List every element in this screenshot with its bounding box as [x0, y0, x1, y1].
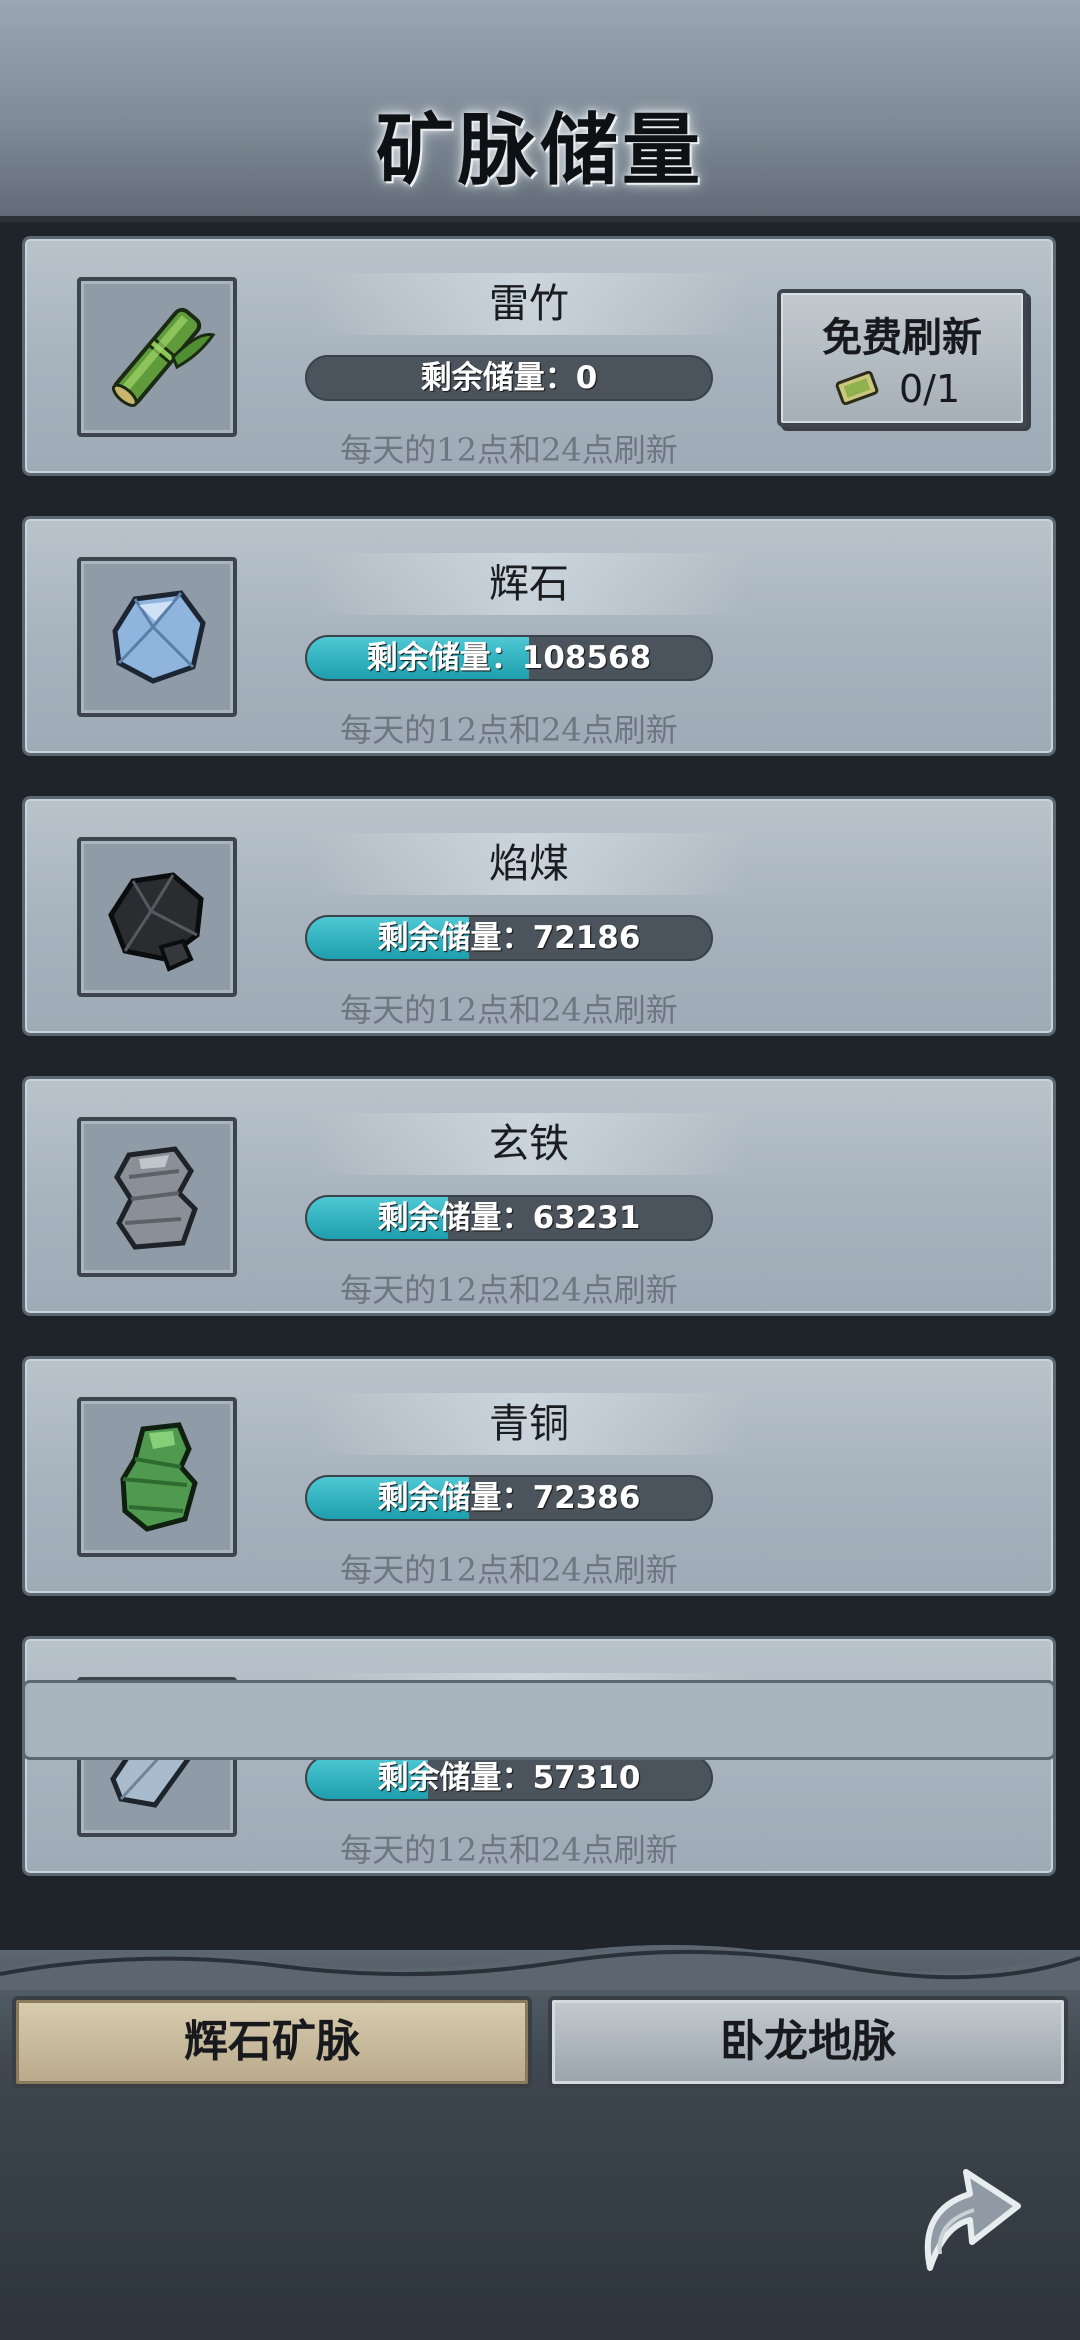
tab-huishi-vein[interactable]: 辉石矿脉	[12, 1996, 532, 2088]
free-refresh-count: 0/1	[899, 367, 961, 411]
reserve-bar: 剩余储量：72186	[305, 915, 713, 961]
remaining-value: 0	[575, 360, 598, 396]
remaining-value: 72186	[532, 920, 641, 956]
pyroxene-stone-icon	[112, 590, 206, 684]
mine-name: 青铜	[309, 1393, 749, 1455]
free-refresh-button[interactable]: 免费刷新 0/1	[777, 289, 1027, 427]
reserve-bar: 剩余储量：108568	[305, 635, 713, 681]
item-slot[interactable]	[77, 277, 237, 437]
remaining-value: 57310	[532, 1760, 641, 1796]
remaining-value: 63231	[532, 1200, 641, 1236]
tab-wolong-vein[interactable]: 卧龙地脉	[548, 1996, 1068, 2088]
dark-iron-icon	[114, 1146, 198, 1250]
header-bar: 矿脉储量	[0, 0, 1080, 222]
remaining-value: 108568	[521, 640, 652, 676]
bamboo-icon	[111, 307, 216, 407]
mine-name: 辉石	[309, 553, 749, 615]
mine-card-qingtong: 青铜 剩余储量：72386 每天的12点和24点刷新	[22, 1356, 1056, 1596]
remaining-label: 剩余储量：	[420, 360, 576, 396]
mine-card-huishi: 辉石 剩余储量：108568 每天的12点和24点刷新	[22, 516, 1056, 756]
back-arrow-icon[interactable]	[900, 2150, 1030, 2280]
reserve-bar: 剩余储量：63231	[305, 1195, 713, 1241]
mine-card-yanmei: 焰煤 剩余储量：72186 每天的12点和24点刷新	[22, 796, 1056, 1036]
reserve-bar: 剩余储量：0	[305, 355, 713, 401]
reserve-bar: 剩余储量：57310	[305, 1755, 713, 1801]
remaining-label: 剩余储量：	[377, 1200, 533, 1236]
refresh-note: 每天的12点和24点刷新	[340, 1271, 678, 1309]
refresh-note: 每天的12点和24点刷新	[340, 1551, 678, 1589]
remaining-label: 剩余储量：	[366, 640, 522, 676]
item-slot[interactable]	[77, 837, 237, 997]
mine-name: 玄铁	[309, 1113, 749, 1175]
item-slot[interactable]	[77, 557, 237, 717]
refresh-note: 每天的12点和24点刷新	[340, 431, 678, 469]
coal-icon	[108, 872, 204, 972]
free-refresh-label: 免费刷新	[822, 314, 982, 361]
remaining-label: 剩余储量：	[377, 1480, 533, 1516]
page-title: 矿脉储量	[375, 105, 704, 196]
mine-name: 焰煤	[309, 833, 749, 895]
item-slot[interactable]	[77, 1397, 237, 1557]
cloud-border-decoration	[0, 1944, 1080, 1990]
item-slot[interactable]	[77, 1117, 237, 1277]
refresh-note: 每天的12点和24点刷新	[340, 991, 678, 1029]
mine-card-partial	[22, 1680, 1056, 1760]
remaining-label: 剩余储量：	[377, 920, 533, 956]
bronze-ore-icon	[120, 1422, 198, 1532]
remaining-label: 剩余储量：	[377, 1760, 533, 1796]
ticket-icon	[835, 371, 879, 405]
reserve-bar: 剩余储量：72386	[305, 1475, 713, 1521]
remaining-value: 72386	[532, 1480, 641, 1516]
mine-name: 雷竹	[309, 273, 749, 335]
mine-card-xuantie: 玄铁 剩余储量：63231 每天的12点和24点刷新	[22, 1076, 1056, 1316]
mine-card-leizhu: 雷竹 剩余储量：0 每天的12点和24点刷新 免费刷新 0/1	[22, 236, 1056, 476]
refresh-note: 每天的12点和24点刷新	[340, 711, 678, 749]
refresh-note: 每天的12点和24点刷新	[340, 1831, 678, 1869]
